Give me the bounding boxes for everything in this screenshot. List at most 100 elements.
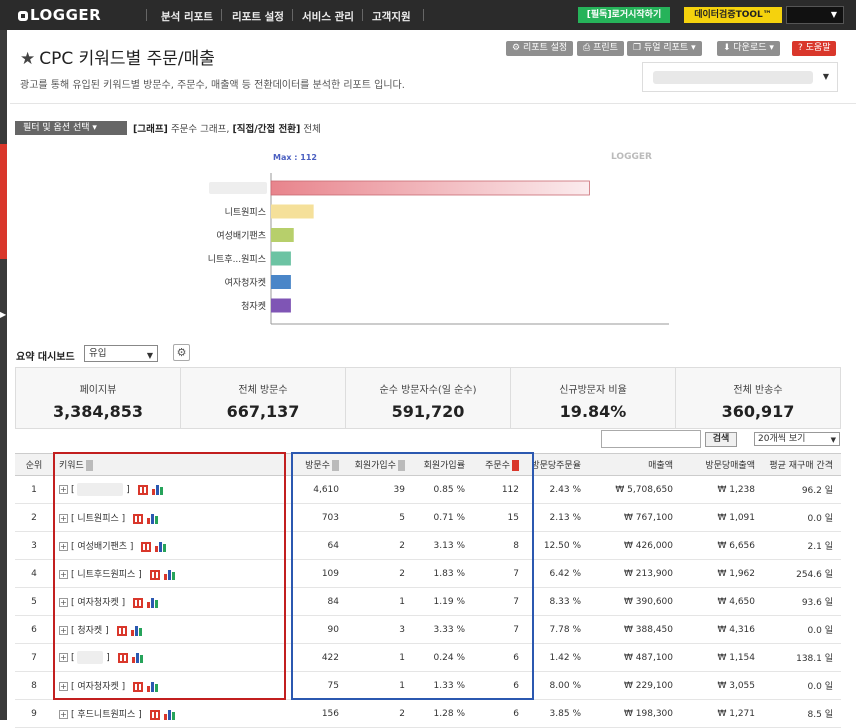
- nav-report-settings[interactable]: 리포트 설정: [232, 9, 284, 24]
- keyword-search-input[interactable]: [601, 430, 701, 448]
- help-button[interactable]: ? 도움말: [792, 41, 837, 56]
- graph-tag: [그래프]: [133, 124, 168, 135]
- cell-signups: 2: [347, 699, 413, 728]
- col-sales[interactable]: 매출액: [589, 453, 681, 476]
- account-dropdown[interactable]: ▼: [786, 6, 844, 24]
- summary-card-bounces: 전체 반송수 360,917: [676, 368, 840, 428]
- col-rank-label: 순위: [25, 461, 43, 471]
- rows-per-page-select[interactable]: 20개씩 보기 ▼: [754, 432, 840, 446]
- nav-analysis-report[interactable]: 분석 리포트: [161, 9, 213, 24]
- keyword-highlight-box: [53, 452, 286, 700]
- chart-bar[interactable]: [271, 298, 291, 313]
- chart-bar[interactable]: [271, 275, 291, 289]
- report-settings-label: 리포트 설정: [522, 43, 568, 53]
- conversion-tag: [직접/간접 전환]: [232, 124, 301, 135]
- download-button[interactable]: ⬇ 다운로드 ▾: [717, 41, 780, 56]
- page-description: 광고를 통해 유입된 키워드별 방문수, 주문수, 매출액 등 전환데이터를 분…: [20, 80, 405, 91]
- filter-options-button[interactable]: 필터 및 옵션 선택 ▾: [15, 121, 127, 135]
- print-icon: ⎙: [583, 43, 594, 53]
- data-verification-tool-button[interactable]: 데이터검증TOOL™: [684, 7, 782, 23]
- cell-repurchase: 8.5 일: [763, 699, 841, 728]
- expand-icon[interactable]: +: [59, 710, 68, 719]
- cell-repurchase: 0.0 일: [763, 503, 841, 532]
- nav-divider: [423, 9, 424, 21]
- dual-report-button[interactable]: ❐ 듀얼 리포트 ▾: [627, 41, 702, 56]
- logo[interactable]: LOGGER: [18, 6, 101, 24]
- col-sales-per-visit[interactable]: 방문당매출액: [681, 453, 763, 476]
- chart-category-redacted: [209, 182, 267, 194]
- cell-rank: 1: [15, 475, 53, 504]
- col-repurchase-label: 평균 재구매 간격: [769, 461, 833, 471]
- cell-sales: ₩ 388,450: [589, 615, 681, 644]
- nav-service-management[interactable]: 서비스 관리: [302, 9, 354, 24]
- col-rank[interactable]: 순위: [15, 453, 53, 476]
- star-icon[interactable]: ★: [20, 49, 35, 69]
- search-button[interactable]: 검색: [705, 432, 737, 447]
- summary-card-label: 페이지뷰: [79, 385, 117, 396]
- chevron-down-icon: ▼: [822, 72, 829, 81]
- cell-order-rate: 1.42 %: [527, 643, 589, 672]
- summary-card-value: 360,917: [721, 402, 795, 421]
- getting-started-button[interactable]: [필독]로거시작하기: [578, 7, 670, 23]
- col-order-rate[interactable]: 방문당주문율: [527, 453, 589, 476]
- cell-sales: ₩ 390,600: [589, 587, 681, 616]
- page-title-text: CPC 키워드별 주문/매출: [39, 49, 215, 69]
- cell-rank: 4: [15, 559, 53, 588]
- summary-settings-button[interactable]: ⚙: [173, 344, 190, 361]
- cell-orders: 6: [473, 699, 527, 728]
- double-chevron-down-icon: ▾: [89, 123, 97, 133]
- print-button[interactable]: ⎙ 프린트: [577, 41, 624, 56]
- col-sales-per-visit-label: 방문당매출액: [705, 461, 755, 471]
- top-navigation-bar: LOGGER 분석 리포트 리포트 설정 서비스 관리 고객지원 [필독]로거시…: [0, 0, 856, 30]
- chart-bar[interactable]: [271, 251, 291, 266]
- chart-category-label: 니트원피스: [225, 207, 266, 218]
- site-select-dropdown[interactable]: ▼: [642, 62, 838, 92]
- download-icon: ⬇: [723, 43, 734, 53]
- summary-card-label: 순수 방문자수(일 순수): [379, 385, 477, 396]
- report-settings-button[interactable]: ⚙ 리포트 설정: [506, 41, 574, 56]
- keyword-text[interactable]: [ 후드니트원피스 ]: [71, 710, 142, 720]
- summary-card-label: 신규방문자 비율: [559, 385, 627, 396]
- summary-card-value: 667,137: [226, 402, 300, 421]
- cell-repurchase: 138.1 일: [763, 643, 841, 672]
- cell-repurchase: 0.0 일: [763, 671, 841, 700]
- cell-sales-per-visit: ₩ 1,154: [681, 643, 763, 672]
- chart-bar[interactable]: [271, 204, 314, 219]
- chart-category-label: 니트후...원피스: [208, 254, 266, 265]
- chart-category-label: 여성배기팬츠: [216, 230, 266, 242]
- help-label: 도움말: [805, 43, 831, 53]
- gear-icon: ⚙: [176, 346, 187, 359]
- cell-rank: 6: [15, 615, 53, 644]
- left-sidebar-strip: ▶: [0, 30, 7, 720]
- cell-rank: 9: [15, 699, 53, 728]
- sidebar-toggle-tab[interactable]: ▶: [0, 144, 7, 319]
- bar-chart-icon[interactable]: [163, 709, 176, 720]
- cell-keyword: +[ 후드니트원피스 ]: [53, 699, 289, 728]
- summary-card-visits: 전체 방문수 667,137: [181, 368, 346, 428]
- cell-sales-per-visit: ₩ 6,656: [681, 531, 763, 560]
- summary-type-select[interactable]: 유입 ▼: [84, 345, 158, 362]
- chevron-down-icon: ▼: [830, 10, 837, 19]
- nav-customer-support[interactable]: 고객지원: [372, 9, 411, 24]
- cell-sales: ₩ 198,300: [589, 699, 681, 728]
- chart-bar[interactable]: [270, 180, 590, 196]
- nav-divider: [362, 9, 363, 21]
- summary-card-value: 19.84%: [559, 402, 627, 421]
- nav-divider: [146, 9, 147, 21]
- gift-icon[interactable]: [149, 709, 160, 720]
- chevron-right-icon: ▶: [0, 310, 7, 319]
- cell-repurchase: 0.0 일: [763, 615, 841, 644]
- cell-sales: ₩ 5,708,650: [589, 475, 681, 504]
- filter-summary: [그래프] 주문수 그래프, [직접/간접 전환] 전체: [133, 121, 321, 135]
- cell-rank: 7: [15, 643, 53, 672]
- cell-sales-per-visit: ₩ 1,091: [681, 503, 763, 532]
- chart-bar[interactable]: [271, 228, 294, 242]
- cell-sales: ₩ 229,100: [589, 671, 681, 700]
- summary-card-value: 591,720: [391, 402, 465, 421]
- cell-rank: 3: [15, 531, 53, 560]
- cell-order-rate: 3.85 %: [527, 699, 589, 728]
- col-sales-label: 매출액: [648, 461, 673, 471]
- cell-visits: 156: [289, 699, 347, 728]
- summary-card-pageviews: 페이지뷰 3,384,853: [16, 368, 181, 428]
- col-repurchase-interval[interactable]: 평균 재구매 간격: [763, 453, 841, 476]
